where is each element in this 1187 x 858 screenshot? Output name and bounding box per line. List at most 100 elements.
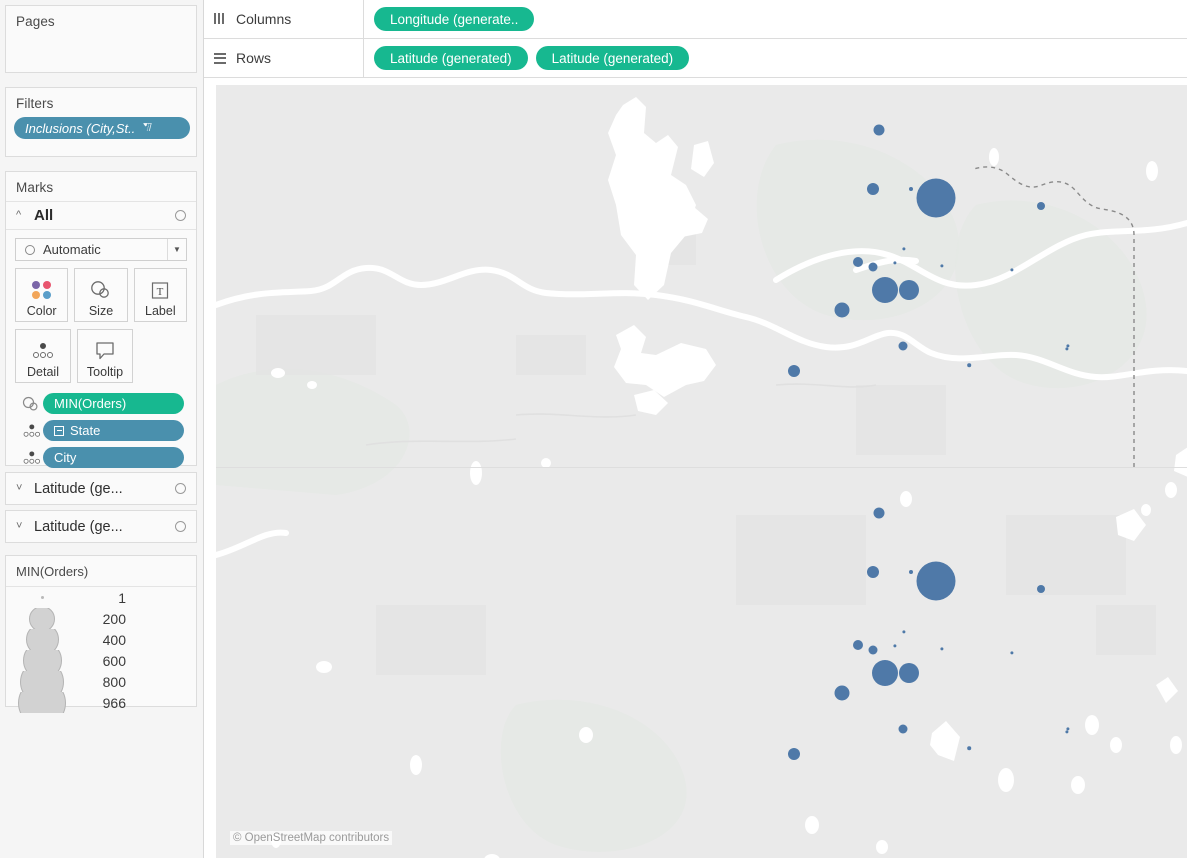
map-mark[interactable] [868, 262, 878, 272]
columns-icon [214, 12, 236, 26]
chevron-down-icon[interactable]: ˅ [16, 521, 28, 532]
label-button[interactable]: T Label [133, 268, 187, 322]
map-mark[interactable] [893, 261, 897, 265]
filter-pill-inclusions[interactable]: Inclusions (City,St.. ⛠ [14, 117, 190, 139]
map-mark[interactable] [1037, 585, 1045, 593]
size-legend-value: 600 [102, 652, 126, 669]
map-mark[interactable] [1065, 730, 1069, 734]
size-legend-swatch [12, 629, 72, 650]
marks-pill-row-orders[interactable]: MIN(Orders) [6, 390, 196, 417]
pill-label: Longitude (generate.. [390, 11, 519, 27]
map-mark[interactable] [873, 124, 885, 136]
marks-layer-top [216, 85, 1187, 467]
size-legend-row[interactable]: 1 [6, 587, 196, 608]
map-mark[interactable] [873, 507, 885, 519]
pill-longitude[interactable]: Longitude (generate.. [374, 7, 535, 31]
size-legend-card: MIN(Orders) 1 200 400 600 800 966 [5, 555, 197, 713]
map-mark[interactable] [834, 685, 850, 701]
filter-pill-label: Inclusions (City,St.. [25, 120, 136, 136]
map-view[interactable]: © OpenStreetMap contributors [204, 78, 1187, 858]
marks-section-latitude-2[interactable]: ˅ Latitude (ge... [5, 510, 197, 543]
columns-shelf-body[interactable]: Longitude (generate.. [364, 7, 1187, 31]
map-mark[interactable] [902, 630, 906, 634]
marks-buttons-row-1: Color Size T Label [15, 268, 187, 322]
map-mark[interactable] [909, 187, 913, 191]
map-mark[interactable] [788, 748, 800, 760]
map-mark[interactable] [853, 640, 863, 650]
rows-shelf-body[interactable]: Latitude (generated) Latitude (generated… [364, 46, 1187, 70]
rows-shelf[interactable]: Rows Latitude (generated) Latitude (gene… [204, 39, 1187, 78]
map-mark[interactable] [872, 660, 898, 686]
marks-layer-bottom [216, 468, 1187, 858]
marks-section-latitude-1[interactable]: ˅ Latitude (ge... [5, 472, 197, 505]
map-mark[interactable] [1037, 202, 1045, 210]
map-mark[interactable] [1010, 268, 1014, 272]
map-pane-top[interactable] [216, 85, 1187, 467]
marks-all-indicator-icon [175, 210, 186, 221]
marks-pill-label: City [54, 450, 77, 465]
map-mark[interactable] [967, 746, 971, 750]
map-mark[interactable] [1065, 347, 1069, 351]
size-legend-row[interactable]: 966 [6, 692, 196, 713]
pages-card[interactable]: Pages [5, 5, 197, 73]
mark-type-select[interactable]: Automatic ▼ [15, 238, 187, 261]
map-pane-bottom[interactable] [216, 468, 1187, 858]
marks-pill-label: MIN(Orders) [54, 396, 127, 411]
marks-pill-row-state[interactable]: State [6, 417, 196, 444]
map-mark[interactable] [868, 645, 878, 655]
size-legend-row[interactable]: 800 [6, 671, 196, 692]
size-legend-row[interactable]: 400 [6, 629, 196, 650]
size-legend-row[interactable]: 600 [6, 650, 196, 671]
map-canvas[interactable]: © OpenStreetMap contributors [216, 85, 1187, 858]
map-mark[interactable] [853, 257, 863, 267]
color-dots-icon [31, 277, 52, 303]
map-mark[interactable] [902, 247, 906, 251]
map-mark[interactable] [898, 341, 908, 351]
map-mark[interactable] [872, 277, 898, 303]
map-mark[interactable] [867, 566, 879, 578]
marks-pill-min-orders[interactable]: MIN(Orders) [43, 393, 184, 414]
pill-latitude-1[interactable]: Latitude (generated) [374, 46, 528, 70]
color-button[interactable]: Color [15, 268, 69, 322]
map-mark[interactable] [1010, 651, 1014, 655]
map-mark[interactable] [940, 264, 944, 268]
map-mark[interactable] [916, 561, 956, 601]
tableau-worksheet: Pages Filters Inclusions (City,St.. ⛠ Ma… [0, 0, 1187, 858]
size-legend-row[interactable]: 200 [6, 608, 196, 629]
filter-hidden-icon[interactable]: ⛠ [141, 120, 150, 136]
map-mark[interactable] [916, 178, 956, 218]
pill-latitude-2[interactable]: Latitude (generated) [535, 46, 690, 70]
map-mark[interactable] [909, 570, 913, 574]
chevron-down-icon[interactable]: ▼ [167, 239, 186, 260]
left-panel: Pages Filters Inclusions (City,St.. ⛠ Ma… [0, 0, 204, 858]
size-circles-icon [19, 396, 43, 412]
map-mark[interactable] [898, 724, 908, 734]
marks-section-label: Latitude (ge... [34, 480, 123, 497]
map-mark[interactable] [788, 365, 800, 377]
marks-all-label: All [34, 207, 54, 224]
filters-card[interactable]: Filters Inclusions (City,St.. ⛠ [5, 87, 197, 157]
map-mark[interactable] [867, 183, 879, 195]
map-mark[interactable] [834, 302, 850, 318]
color-button-label: Color [26, 304, 57, 318]
rows-shelf-label: Rows [236, 50, 272, 66]
map-mark[interactable] [899, 280, 919, 300]
chevron-up-icon[interactable]: ^ [16, 210, 28, 221]
size-button[interactable]: Size [74, 268, 128, 322]
marks-all-row[interactable]: ^ All [6, 201, 196, 230]
map-mark[interactable] [893, 644, 897, 648]
pill-label: Latitude (generated) [390, 50, 512, 66]
marks-pill-state[interactable]: State [43, 420, 184, 441]
marks-pill-city[interactable]: City [43, 447, 184, 468]
size-legend-value: 800 [102, 673, 126, 690]
columns-shelf[interactable]: Columns Longitude (generate.. [204, 0, 1187, 39]
tooltip-button[interactable]: Tooltip [77, 329, 133, 383]
size-legend-value: 200 [102, 610, 126, 627]
map-mark[interactable] [967, 363, 971, 367]
chevron-down-icon[interactable]: ˅ [16, 483, 28, 494]
detail-button[interactable]: Detail [15, 329, 71, 383]
map-mark[interactable] [940, 647, 944, 651]
marks-pill-row-city[interactable]: City [6, 444, 196, 471]
tooltip-bubble-icon [94, 338, 116, 364]
map-mark[interactable] [899, 663, 919, 683]
